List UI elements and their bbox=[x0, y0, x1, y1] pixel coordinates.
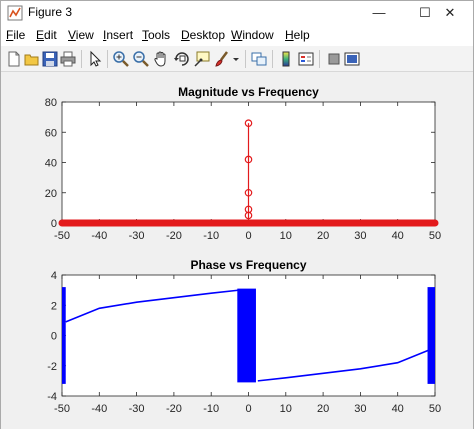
y-tick-label: 20 bbox=[45, 188, 57, 200]
menu-bar: File Edit View Insert Tools Desktop Wind… bbox=[1, 25, 473, 46]
x-tick-label: 20 bbox=[317, 403, 329, 415]
x-tick-label: 10 bbox=[280, 230, 292, 242]
close-button[interactable]: ✕ bbox=[427, 1, 473, 25]
x-tick-label: 20 bbox=[317, 230, 329, 242]
chart-title: Magnitude vs Frequency bbox=[178, 85, 319, 99]
toolbar-separator bbox=[81, 50, 82, 68]
link-plot-icon[interactable] bbox=[250, 50, 268, 68]
open-file-icon[interactable] bbox=[23, 50, 41, 68]
x-tick-label: -50 bbox=[54, 403, 70, 415]
figure-window: Figure 3 — ☐ ✕ File Edit View Insert Too… bbox=[0, 0, 474, 429]
x-tick-label: -20 bbox=[166, 230, 182, 242]
insert-colorbar-icon[interactable] bbox=[277, 50, 295, 68]
x-tick-label: 30 bbox=[354, 230, 366, 242]
toolbar-separator bbox=[319, 50, 320, 68]
minimize-button[interactable]: — bbox=[356, 1, 402, 25]
x-tick-label: -30 bbox=[129, 230, 145, 242]
y-tick-label: 0 bbox=[51, 218, 57, 230]
title-bar: Figure 3 — ☐ ✕ bbox=[1, 1, 473, 25]
x-tick-label: -10 bbox=[203, 230, 219, 242]
menu-file[interactable]: File bbox=[6, 28, 25, 42]
phase-oscillation-band bbox=[62, 287, 66, 384]
x-tick-label: 50 bbox=[429, 230, 441, 242]
x-tick-label: -40 bbox=[91, 403, 107, 415]
x-tick-label: -30 bbox=[129, 403, 145, 415]
window-title: Figure 3 bbox=[28, 5, 73, 19]
menu-tools[interactable]: Tools bbox=[142, 28, 170, 42]
x-tick-label: -10 bbox=[203, 403, 219, 415]
menu-desktop[interactable]: Desktop bbox=[181, 28, 225, 42]
y-tick-label: 60 bbox=[45, 127, 57, 139]
menu-edit[interactable]: Edit bbox=[36, 28, 57, 42]
x-tick-label: 0 bbox=[245, 403, 251, 415]
chart-title: Phase vs Frequency bbox=[190, 258, 306, 272]
pan-hand-icon[interactable] bbox=[152, 50, 170, 68]
y-tick-label: -2 bbox=[47, 361, 57, 373]
edit-plot-arrow-icon[interactable] bbox=[86, 50, 104, 68]
brush-icon[interactable] bbox=[213, 50, 231, 68]
zoom-in-icon[interactable] bbox=[112, 50, 130, 68]
toolbar-separator bbox=[245, 50, 246, 68]
y-tick-label: 2 bbox=[51, 300, 57, 312]
show-plot-tools-icon[interactable] bbox=[343, 50, 361, 68]
x-tick-label: 0 bbox=[245, 230, 251, 242]
menu-window[interactable]: Window bbox=[231, 28, 274, 42]
x-tick-label: 50 bbox=[429, 403, 441, 415]
phase-oscillation-band bbox=[427, 287, 435, 384]
x-tick-label: -20 bbox=[166, 403, 182, 415]
x-tick-label: 10 bbox=[280, 403, 292, 415]
insert-legend-icon[interactable] bbox=[297, 50, 315, 68]
hide-plot-tools-icon[interactable] bbox=[325, 50, 343, 68]
save-icon[interactable] bbox=[41, 50, 59, 68]
matlab-figure-icon bbox=[7, 5, 23, 21]
menu-view[interactable]: View bbox=[68, 28, 94, 42]
new-figure-icon[interactable] bbox=[5, 50, 23, 68]
x-tick-label: 30 bbox=[354, 403, 366, 415]
menu-insert[interactable]: Insert bbox=[103, 28, 133, 42]
figure-toolbar bbox=[1, 46, 473, 72]
x-tick-label: -50 bbox=[54, 230, 70, 242]
rotate-3d-icon[interactable] bbox=[173, 50, 191, 68]
data-cursor-icon[interactable] bbox=[193, 50, 211, 68]
menu-help[interactable]: Help bbox=[285, 28, 310, 42]
toolbar-separator bbox=[272, 50, 273, 68]
plot-canvas: Magnitude vs Frequency-50 -40 -30 -20 -10 0 10… bbox=[45, 85, 441, 415]
y-tick-label: -4 bbox=[47, 391, 57, 403]
y-tick-label: 40 bbox=[45, 158, 57, 170]
y-tick-label: 4 bbox=[51, 270, 57, 282]
phase-oscillation-band bbox=[237, 288, 256, 383]
x-tick-label: 40 bbox=[392, 230, 404, 242]
brush-dropdown-icon[interactable] bbox=[231, 50, 241, 68]
zoom-out-icon[interactable] bbox=[132, 50, 150, 68]
y-tick-label: 80 bbox=[45, 97, 57, 109]
print-icon[interactable] bbox=[59, 50, 77, 68]
figure-canvas: Magnitude vs Frequency -50 -40 -30 -20 -10 0 10… bbox=[1, 73, 473, 429]
x-tick-label: -40 bbox=[91, 230, 107, 242]
toolbar-separator bbox=[107, 50, 108, 68]
y-tick-label: 0 bbox=[51, 331, 57, 343]
x-tick-label: 40 bbox=[392, 403, 404, 415]
